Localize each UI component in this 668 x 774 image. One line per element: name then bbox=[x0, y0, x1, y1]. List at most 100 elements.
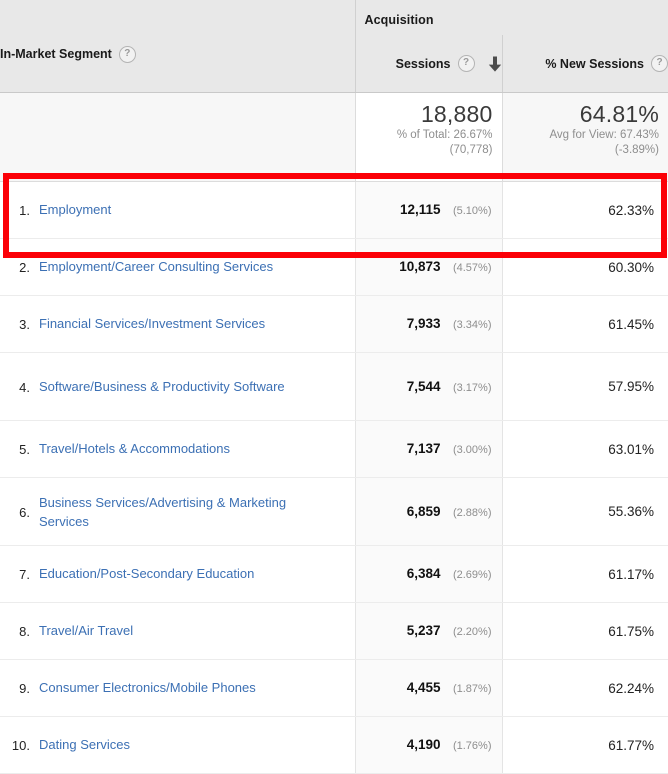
sessions-label: Sessions bbox=[395, 56, 451, 71]
row-sessions-percent: (2.88%) bbox=[452, 506, 492, 519]
table-row[interactable]: 5. Travel/Hotels & Accommodations 7,137 … bbox=[0, 420, 668, 478]
row-dimension-cell: 9. Consumer Electronics/Mobile Phones bbox=[0, 659, 355, 717]
table-row[interactable]: 9. Consumer Electronics/Mobile Phones 4,… bbox=[0, 659, 668, 717]
row-sessions-value: 7,544 bbox=[406, 378, 441, 394]
row-dimension-link[interactable]: Software/Business & Productivity Softwar… bbox=[39, 377, 285, 396]
row-sessions-cell: 10,873 (4.57%) bbox=[354, 238, 502, 296]
summary-new-sessions-delta: (-3.89%) bbox=[614, 144, 659, 156]
row-rank: 1. bbox=[19, 203, 30, 218]
row-dimension-cell: 8. Travel/Air Travel bbox=[0, 602, 355, 660]
row-sessions-percent: (2.20%) bbox=[452, 626, 492, 638]
row-sessions-cell: 5,237 (2.20%) bbox=[354, 602, 502, 660]
table-row[interactable]: 6. Business Services/Advertising & Marke… bbox=[0, 477, 668, 546]
row-sessions-cell: 4,455 (1.87%) bbox=[354, 659, 502, 717]
row-sessions-value: 12,115 bbox=[399, 202, 441, 217]
row-new-sessions-cell: 62.33% bbox=[501, 181, 668, 239]
help-circle-icon-dimension[interactable]: ? bbox=[118, 45, 136, 63]
row-dimension-cell: 1. Employment bbox=[0, 181, 355, 239]
row-sessions-percent: (5.10%) bbox=[452, 205, 492, 217]
row-sessions-value: 4,190 bbox=[406, 737, 441, 752]
row-sessions-value: 7,137 bbox=[406, 441, 441, 456]
row-rank: 3. bbox=[19, 317, 30, 332]
row-new-sessions-cell: 61.45% bbox=[501, 295, 668, 353]
row-sessions-cell: 7,544 (3.17%) bbox=[354, 352, 502, 421]
row-new-sessions-cell: 55.36% bbox=[501, 477, 668, 546]
summary-new-sessions-avg-for-view: Avg for View: 67.43% bbox=[549, 129, 659, 141]
row-sessions-cell: 6,384 (2.69%) bbox=[354, 545, 502, 603]
row-sessions-percent: (4.57%) bbox=[452, 262, 492, 274]
summary-new-sessions-value: 64.81% bbox=[579, 101, 659, 127]
row-dimension-link[interactable]: Dating Services bbox=[39, 735, 130, 754]
row-sessions-value: 7,933 bbox=[406, 316, 441, 331]
table-row[interactable]: 7. Education/Post-Secondary Education 6,… bbox=[0, 545, 668, 603]
table-row[interactable]: 2. Employment/Career Consulting Services… bbox=[0, 238, 668, 296]
row-dimension-link[interactable]: Business Services/Advertising & Marketin… bbox=[39, 493, 307, 531]
row-new-sessions-cell: 57.95% bbox=[501, 352, 668, 421]
in-market-segment-table: Acquisition In-Market Segment ? Sessions… bbox=[0, 0, 668, 774]
row-rank: 2. bbox=[19, 260, 30, 275]
table-row[interactable]: 8. Travel/Air Travel 5,237 (2.20%) 61.75… bbox=[0, 602, 668, 660]
table-row[interactable]: 3. Financial Services/Investment Service… bbox=[0, 295, 668, 353]
table-summary-row: 18,880 % of Total: 26.67% (70,778) 64.81… bbox=[0, 92, 668, 182]
row-sessions-percent: (1.76%) bbox=[452, 740, 492, 752]
row-sessions-percent: (3.00%) bbox=[452, 444, 492, 456]
row-sessions-cell: 6,859 (2.88%) bbox=[354, 477, 502, 546]
help-circle-icon-new-sessions[interactable]: ? bbox=[651, 55, 668, 72]
table-row[interactable]: 4. Software/Business & Productivity Soft… bbox=[0, 352, 668, 421]
row-rank: 10. bbox=[11, 738, 30, 753]
row-dimension-link[interactable]: Education/Post-Secondary Education bbox=[39, 564, 254, 583]
summary-new-sessions-cell: 64.81% Avg for View: 67.43% (-3.89%) bbox=[501, 92, 668, 182]
row-dimension-link[interactable]: Financial Services/Investment Services bbox=[39, 314, 265, 333]
row-dimension-cell: 4. Software/Business & Productivity Soft… bbox=[0, 352, 355, 421]
column-header-sessions[interactable]: Sessions ? bbox=[354, 35, 502, 93]
row-dimension-cell: 10. Dating Services bbox=[0, 716, 355, 774]
row-dimension-cell: 7. Education/Post-Secondary Education bbox=[0, 545, 355, 603]
table-row[interactable]: 1. Employment 12,115 (5.10%) 62.33% bbox=[0, 181, 668, 239]
row-sessions-cell: 7,933 (3.34%) bbox=[354, 295, 502, 353]
row-dimension-link[interactable]: Employment/Career Consulting Services bbox=[39, 257, 273, 276]
row-new-sessions-cell: 63.01% bbox=[501, 420, 668, 478]
row-sessions-cell: 7,137 (3.00%) bbox=[354, 420, 502, 478]
row-sessions-value: 6,859 bbox=[406, 503, 441, 519]
new-sessions-label: % New Sessions bbox=[545, 56, 644, 71]
summary-sessions-total: (70,778) bbox=[449, 144, 493, 156]
row-new-sessions-cell: 60.30% bbox=[501, 238, 668, 296]
row-rank: 9. bbox=[19, 681, 30, 696]
row-sessions-percent: (2.69%) bbox=[452, 569, 492, 581]
table-group-header-row: Acquisition bbox=[0, 0, 668, 35]
row-sessions-value: 10,873 bbox=[399, 259, 441, 274]
row-sessions-value: 6,384 bbox=[406, 566, 441, 581]
row-sessions-percent: (3.34%) bbox=[452, 319, 492, 331]
row-new-sessions-cell: 62.24% bbox=[501, 659, 668, 717]
row-rank: 7. bbox=[19, 567, 30, 582]
row-dimension-cell: 3. Financial Services/Investment Service… bbox=[0, 295, 355, 353]
table-row[interactable]: 10. Dating Services 4,190 (1.76%) 61.77% bbox=[0, 716, 668, 774]
summary-sessions-cell: 18,880 % of Total: 26.67% (70,778) bbox=[354, 92, 502, 182]
group-header-dimension-spacer bbox=[0, 0, 355, 35]
column-header-in-market-segment[interactable]: In-Market Segment ? bbox=[0, 35, 355, 93]
row-sessions-percent: (3.17%) bbox=[452, 381, 492, 394]
row-rank: 5. bbox=[19, 442, 30, 457]
row-dimension-link[interactable]: Travel/Hotels & Accommodations bbox=[39, 439, 230, 458]
row-new-sessions-cell: 61.77% bbox=[501, 716, 668, 774]
row-rank: 6. bbox=[19, 504, 30, 520]
row-dimension-link[interactable]: Employment bbox=[39, 200, 111, 219]
row-rank: 4. bbox=[19, 379, 30, 395]
row-sessions-cell: 4,190 (1.76%) bbox=[354, 716, 502, 774]
sort-descending-arrow-icon[interactable] bbox=[488, 56, 502, 72]
summary-sessions-percent-of-total: % of Total: 26.67% bbox=[396, 129, 493, 141]
summary-sessions-value: 18,880 bbox=[420, 101, 493, 127]
row-sessions-percent: (1.87%) bbox=[452, 683, 492, 695]
row-sessions-value: 4,455 bbox=[406, 680, 441, 695]
help-circle-icon-sessions[interactable]: ? bbox=[457, 55, 475, 72]
summary-dimension-cell bbox=[0, 92, 355, 182]
in-market-segment-label: In-Market Segment bbox=[0, 47, 112, 61]
row-dimension-cell: 2. Employment/Career Consulting Services bbox=[0, 238, 355, 296]
acquisition-group-label: Acquisition bbox=[364, 13, 434, 27]
row-dimension-link[interactable]: Travel/Air Travel bbox=[39, 621, 133, 640]
column-header-new-sessions[interactable]: % New Sessions ? bbox=[501, 35, 668, 93]
row-sessions-cell: 12,115 (5.10%) bbox=[354, 181, 502, 239]
row-dimension-cell: 6. Business Services/Advertising & Marke… bbox=[0, 477, 355, 546]
row-dimension-link[interactable]: Consumer Electronics/Mobile Phones bbox=[39, 678, 256, 697]
group-header-acquisition: Acquisition bbox=[354, 0, 668, 35]
